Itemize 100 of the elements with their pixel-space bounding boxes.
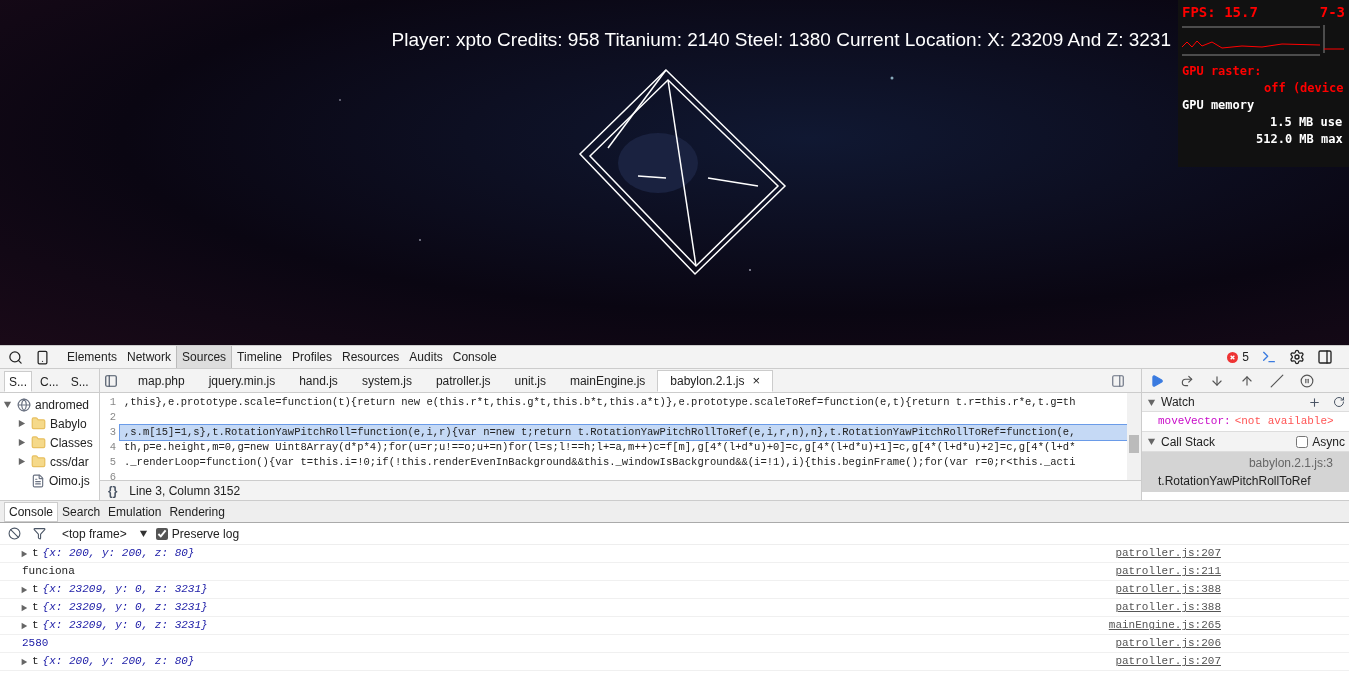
expand-triangle-icon[interactable]	[20, 549, 28, 558]
source-link[interactable]: patroller.js:207	[1115, 653, 1221, 670]
tree-item[interactable]: Classes	[0, 433, 99, 452]
file-tab[interactable]: jquery.min.js	[196, 370, 288, 392]
section-title: Call Stack	[1161, 433, 1216, 451]
file-tab[interactable]: map.php	[126, 370, 197, 392]
step-out-icon[interactable]	[1240, 373, 1254, 388]
drawer-tab[interactable]: Emulation	[104, 502, 166, 522]
disclosure-triangle-icon[interactable]	[1147, 397, 1156, 407]
file-tab[interactable]: patroller.js	[423, 370, 503, 392]
checkbox-label: Preserve log	[171, 525, 240, 543]
object-name: t	[32, 618, 39, 634]
drawer-tab[interactable]: Console	[4, 502, 59, 522]
source-link[interactable]: patroller.js:388	[1115, 599, 1221, 616]
tree-item[interactable]: andromed	[0, 395, 99, 414]
source-link[interactable]: mainEngine.js:265	[1108, 617, 1221, 634]
error-count[interactable]: 5	[1242, 348, 1249, 366]
expand-triangle-icon[interactable]	[20, 657, 28, 666]
navigator-tab[interactable]: C...	[36, 371, 63, 392]
file-tab[interactable]: hand.js	[287, 370, 350, 392]
preserve-log-checkbox[interactable]	[155, 527, 168, 540]
raster-value: off (device	[1263, 80, 1345, 97]
navigator-tab[interactable]: S...	[66, 371, 93, 392]
file-tab[interactable]: mainEngine.js	[557, 370, 658, 392]
file-tab[interactable]: system.js	[349, 370, 424, 392]
memory-max: 512.0 MB max	[1255, 131, 1344, 148]
object-name: t	[32, 582, 39, 598]
drawer-tab[interactable]: Search	[58, 502, 105, 522]
memory-label: GPU memory	[1182, 97, 1256, 114]
object-value: {x: 23209, y: 0, z: 3231}	[42, 582, 208, 598]
disclosure-triangle-icon[interactable]	[17, 419, 26, 428]
section-title: Watch	[1161, 394, 1195, 411]
step-into-icon[interactable]	[1210, 373, 1224, 388]
pause-on-exceptions-icon[interactable]	[1300, 373, 1314, 388]
panel-tab[interactable]: Resources	[337, 346, 405, 368]
disclosure-triangle-icon[interactable]	[17, 438, 26, 447]
refresh-icon[interactable]	[1333, 396, 1345, 408]
close-tab-button[interactable]: ×	[752, 371, 760, 391]
line-number: 6	[108, 470, 117, 480]
file-icon	[31, 473, 45, 488]
console-drawer-icon[interactable]	[1261, 349, 1277, 365]
panel-tab[interactable]: Network	[122, 346, 177, 368]
tree-item[interactable]: Oimo.js	[0, 471, 99, 490]
async-checkbox[interactable]	[1296, 435, 1309, 448]
file-tab[interactable]: babylon.2.1.js ×	[657, 370, 773, 392]
fps-graph-icon	[1182, 25, 1344, 59]
object-name: t	[32, 654, 39, 670]
object-value: {x: 200, y: 200, z: 80}	[42, 546, 195, 562]
folder-icon	[31, 416, 46, 431]
line-number: 2	[108, 410, 117, 425]
disclosure-triangle-icon[interactable]	[17, 457, 26, 466]
dock-icon[interactable]	[1317, 349, 1333, 365]
call-frame[interactable]: babylon.2.1.js:3 t.RotationYawPitchRollToRef	[1142, 452, 1349, 492]
code-line: ,s.m[15]=1,s},t.RotationYawPitchRoll=function(e,i,r){var n=new t;return t.RotationYawPitchRollToRef(e,i,r,n),n},t.RotationYawPitchRollToRef=function(e,	[124, 426, 1076, 438]
deactivate-breakpoints-icon[interactable]	[1270, 373, 1284, 388]
context-dropdown[interactable]: <top frame>	[58, 524, 152, 543]
source-link[interactable]: patroller.js:207	[1115, 545, 1221, 562]
memory-used: 1.5 MB use	[1269, 114, 1344, 131]
device-icon[interactable]	[35, 349, 50, 365]
clear-console-icon[interactable]	[8, 527, 21, 540]
toggle-debugger-icon[interactable]	[1111, 374, 1125, 388]
disclosure-triangle-icon[interactable]	[3, 400, 12, 409]
dropdown-caret-icon	[138, 529, 148, 538]
error-icon	[1227, 351, 1239, 363]
raster-label: GPU raster:	[1182, 63, 1263, 80]
panel-tab[interactable]: Sources	[176, 346, 233, 368]
globe-icon	[17, 397, 31, 412]
source-link[interactable]: patroller.js:388	[1115, 581, 1221, 598]
panel-tab[interactable]: Console	[447, 346, 502, 368]
object-name: t	[32, 600, 39, 616]
source-link[interactable]: patroller.js:211	[1115, 563, 1221, 580]
navigator-tab[interactable]: S...	[4, 371, 32, 392]
panel-tab[interactable]: Timeline	[232, 346, 287, 368]
tree-item[interactable]: Babylo	[0, 414, 99, 433]
code-line: ._renderLoop=function(){var t=this.i=!0;if(!this.renderEvenInBackground&&this._windowIsBackground&&(i=!1),i){this.beginFrame();for(var r=0;r<this._acti	[124, 456, 1076, 468]
line-number: 5	[108, 455, 117, 470]
panel-tab[interactable]: Audits	[404, 346, 448, 368]
filter-icon[interactable]	[33, 527, 46, 540]
folder-icon	[31, 454, 46, 469]
panel-tab[interactable]: Profiles	[287, 346, 337, 368]
tree-item[interactable]: css/dar	[0, 452, 99, 471]
object-value: {x: 23209, y: 0, z: 3231}	[42, 618, 208, 634]
resume-icon[interactable]	[1150, 373, 1164, 388]
source-link[interactable]: patroller.js:206	[1115, 635, 1221, 652]
pretty-print-button[interactable]: {}	[108, 481, 118, 500]
add-icon[interactable]	[1308, 395, 1321, 409]
object-value: {x: 200, y: 200, z: 80}	[42, 654, 195, 670]
code-line: ,this},e.prototype.scale=function(t){return new e(this.r*t,this.g*t,this.b*t,this.a*t)},e.prototype.scaleToRef=function(e,t){return t.r=this.r*e,t.g=th	[124, 396, 1076, 408]
object-name: t	[32, 546, 39, 562]
line-number: 4	[108, 440, 117, 455]
search-icon[interactable]	[8, 349, 23, 365]
toggle-navigator-icon[interactable]	[104, 374, 118, 388]
step-over-icon[interactable]	[1180, 373, 1194, 388]
panel-tab[interactable]: Elements	[62, 346, 123, 368]
object-value: {x: 23209, y: 0, z: 3231}	[42, 600, 208, 616]
line-number: 3	[108, 425, 117, 440]
settings-icon[interactable]	[1289, 349, 1305, 365]
disclosure-triangle-icon[interactable]	[1147, 437, 1156, 446]
drawer-tab[interactable]: Rendering	[165, 502, 229, 522]
file-tab[interactable]: unit.js	[502, 370, 558, 392]
